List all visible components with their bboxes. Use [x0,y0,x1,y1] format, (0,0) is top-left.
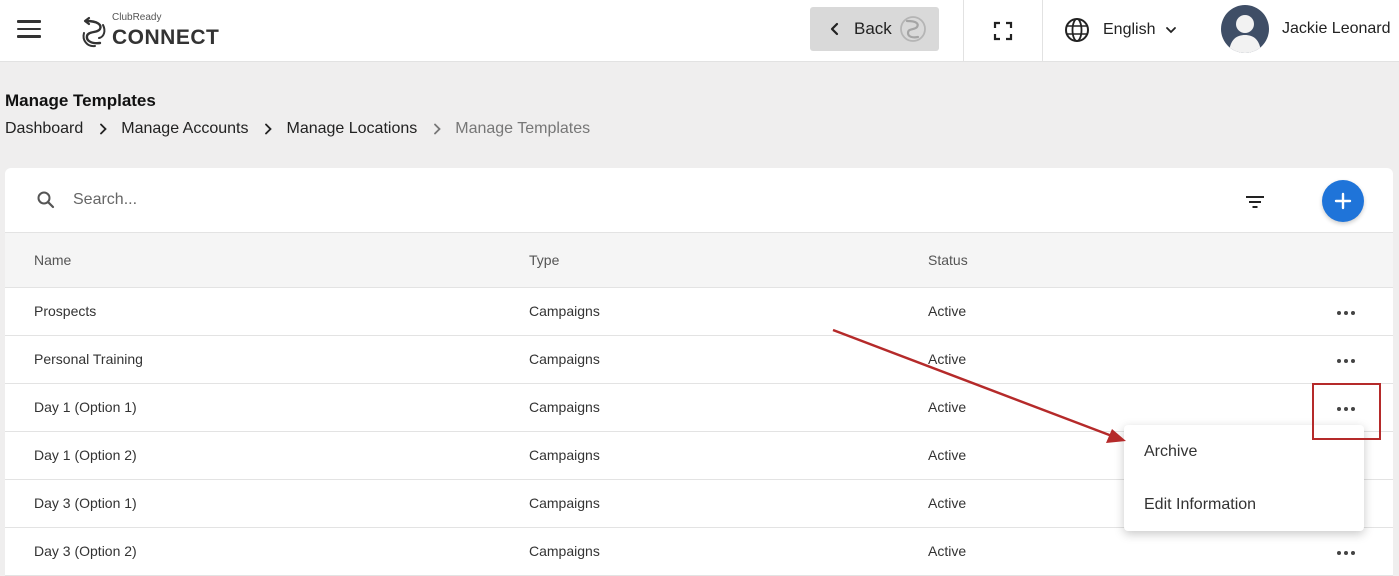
language-selector[interactable]: English [1064,16,1177,44]
search-input[interactable] [73,186,673,214]
cell-type: Campaigns [529,351,600,367]
cell-name: Day 1 (Option 2) [34,447,137,463]
more-horizontal-icon[interactable] [1331,546,1361,560]
cell-name: Day 3 (Option 1) [34,495,137,511]
more-horizontal-icon[interactable] [1331,306,1361,320]
chevron-right-icon [100,123,108,135]
annotation-highlight-box [1312,383,1381,440]
filter-icon[interactable] [1245,194,1265,210]
table-row[interactable]: Personal Training Campaigns Active [5,336,1393,384]
menu-item-edit-information[interactable]: Edit Information [1144,496,1256,514]
swirl-icon [900,16,926,42]
cell-status: Active [928,303,967,319]
cell-type: Campaigns [529,399,600,415]
logo-title: CONNECT [112,26,220,49]
cell-status: Active [928,543,967,559]
back-button[interactable]: Back [810,7,939,51]
chevron-left-icon [830,22,839,36]
breadcrumb-manage-accounts[interactable]: Manage Accounts [121,120,248,138]
column-header-type[interactable]: Type [529,252,559,268]
chevron-right-icon [265,123,273,135]
cell-name: Day 1 (Option 1) [34,399,137,415]
cell-type: Campaigns [529,495,600,511]
table-row[interactable]: Day 3 (Option 2) Campaigns Active [5,528,1393,576]
search-row [5,168,1393,233]
cell-name: Prospects [34,303,97,319]
language-label: English [1103,21,1156,38]
chevron-right-icon [434,123,442,135]
top-bar: ClubReady CONNECT Back English Jackie Le… [0,0,1399,62]
breadcrumb-manage-locations[interactable]: Manage Locations [286,120,417,138]
table-header: Name Type Status [5,233,1393,288]
user-avatar-icon [1229,15,1261,53]
globe-icon [1065,18,1089,42]
breadcrumb-dashboard[interactable]: Dashboard [5,120,83,138]
user-menu[interactable]: Jackie Leonard [1221,5,1391,53]
column-header-name[interactable]: Name [34,252,71,268]
more-horizontal-icon[interactable] [1331,354,1361,368]
cell-status: Active [928,399,967,415]
cell-name: Day 3 (Option 2) [34,543,137,559]
logo[interactable]: ClubReady CONNECT [80,12,220,50]
breadcrumb: Dashboard Manage Accounts Manage Locatio… [5,120,590,138]
table-row[interactable]: Prospects Campaigns Active [5,288,1393,336]
logo-mark-icon [82,16,106,48]
search-icon [37,191,55,209]
column-header-status[interactable]: Status [928,252,968,268]
avatar [1221,5,1269,53]
plus-icon [1334,192,1352,210]
user-name: Jackie Leonard [1282,20,1391,37]
menu-item-archive[interactable]: Archive [1144,443,1197,461]
back-button-label: Back [854,19,892,38]
cell-type: Campaigns [529,447,600,463]
divider [1042,0,1043,62]
cell-name: Personal Training [34,351,143,367]
divider [963,0,964,62]
chevron-down-icon [1166,27,1177,34]
cell-status: Active [928,447,967,463]
logo-subtitle: ClubReady [112,12,162,23]
page-title: Manage Templates [5,91,156,110]
cell-type: Campaigns [529,543,600,559]
hamburger-menu-icon[interactable] [17,20,41,40]
add-template-button[interactable] [1322,180,1364,222]
cell-status: Active [928,495,967,511]
cell-type: Campaigns [529,303,600,319]
breadcrumb-manage-templates: Manage Templates [455,120,591,137]
cell-status: Active [928,351,967,367]
row-actions-menu: Archive Edit Information [1124,425,1364,531]
fullscreen-icon[interactable] [993,21,1013,41]
